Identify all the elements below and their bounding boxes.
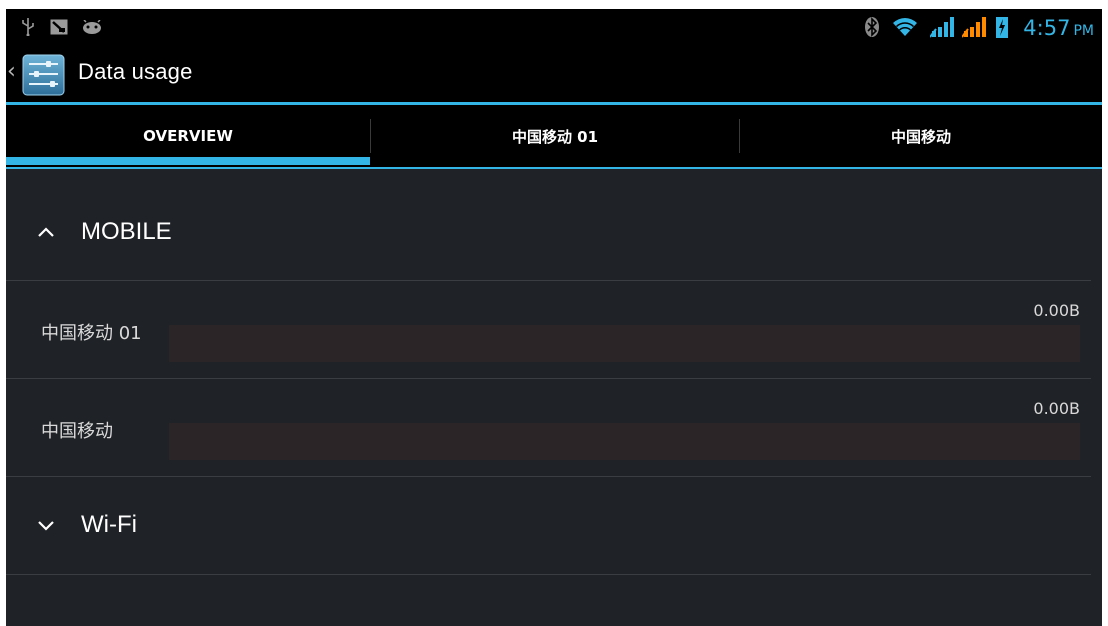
page-title: Data usage	[78, 59, 193, 84]
wifi-icon	[892, 9, 918, 45]
tab-label: 中国移动 01	[511, 127, 599, 146]
clock-ampm: PM	[1073, 23, 1094, 39]
sim-name: 中国移动 01	[41, 323, 142, 344]
list-item[interactable]: 中国移动 0.00B	[6, 379, 1102, 475]
section-header-mobile[interactable]: MOBILE	[6, 184, 1102, 280]
back-caret-icon[interactable]: ‹	[7, 59, 16, 84]
section-label: Wi-Fi	[81, 511, 137, 538]
settings-sliders-icon[interactable]	[20, 53, 67, 97]
tab-sim-1[interactable]: 中国移动 01	[371, 105, 739, 167]
usb-icon	[22, 9, 34, 45]
tab-selected-indicator	[6, 157, 370, 165]
bluetooth-icon	[864, 9, 880, 45]
clock-time: 4:57	[1023, 16, 1071, 40]
signal-2-icon	[962, 9, 988, 45]
tab-label: 中国移动	[890, 127, 951, 146]
usage-value: 0.00B	[1033, 301, 1080, 320]
screen: 4:57 PM ‹ Data usage OVERVIEW 中国移动 01 中国…	[6, 9, 1102, 626]
chevron-down-icon	[38, 521, 54, 531]
tab-label: OVERVIEW	[143, 127, 233, 145]
tab-sim-2[interactable]: 中国移动	[740, 105, 1102, 167]
action-bar: ‹ Data usage	[6, 45, 1102, 105]
clock: 4:57 PM	[1023, 9, 1094, 45]
section-label: MOBILE	[81, 218, 172, 245]
usage-bar	[169, 423, 1080, 460]
signal-1-icon	[930, 9, 956, 45]
chevron-up-icon	[38, 227, 54, 237]
section-header-wifi[interactable]: Wi-Fi	[6, 477, 1102, 573]
list-item[interactable]: 中国移动 01 0.00B	[6, 281, 1102, 377]
status-bar: 4:57 PM	[6, 9, 1102, 45]
usage-value: 0.00B	[1033, 399, 1080, 418]
screenshot-icon	[50, 9, 68, 45]
android-debug-icon	[82, 9, 102, 45]
tab-bar: OVERVIEW 中国移动 01 中国移动	[6, 105, 1102, 169]
battery-charging-icon	[996, 9, 1008, 45]
usage-bar	[169, 325, 1080, 362]
sim-name: 中国移动	[41, 421, 113, 442]
divider	[6, 574, 1091, 575]
